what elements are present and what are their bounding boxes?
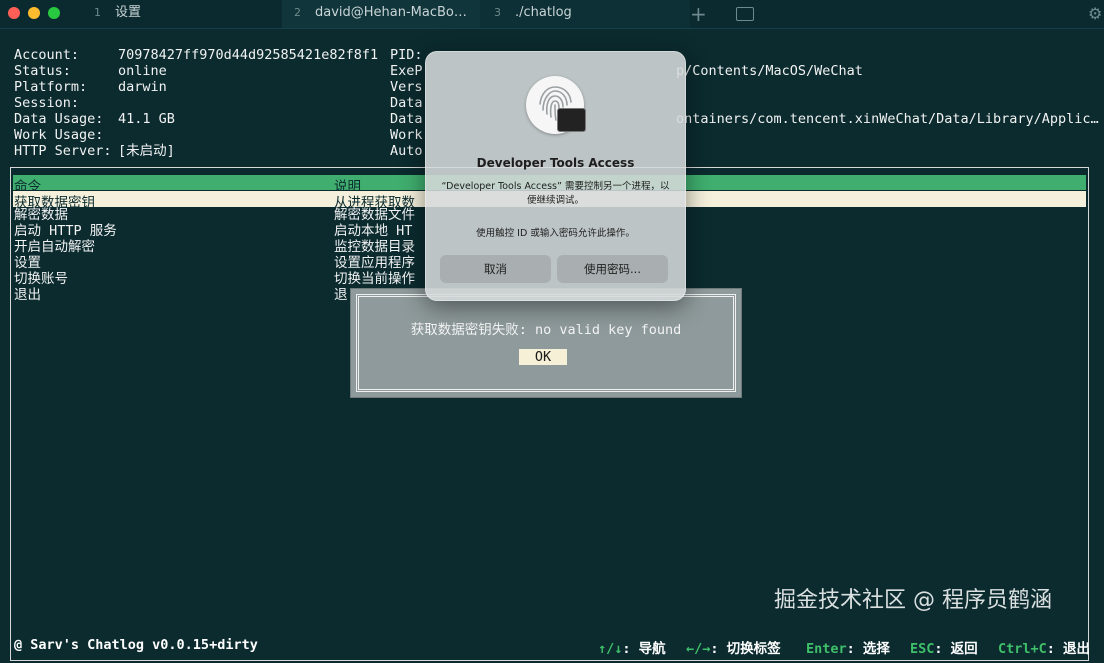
hint-label: : 退出 — [1046, 641, 1091, 657]
gear-icon[interactable]: ⚙ — [1088, 4, 1102, 23]
zoom-window-button[interactable] — [48, 7, 60, 19]
menu-item-cmd: 设置 — [14, 255, 41, 271]
hint-switch-tab: ←/→: 切换标签 — [686, 637, 781, 657]
terminal-app-icon — [557, 108, 586, 132]
auth-dialog-hint: 使用触控 ID 或输入密码允许此操作。 — [476, 228, 635, 239]
info-key: Work Usage: — [14, 127, 104, 143]
menu-item-desc: 退 — [334, 287, 348, 303]
hint-key: Enter — [806, 641, 847, 657]
info-key: Account: — [14, 47, 80, 63]
info-key: ExeP — [390, 63, 423, 79]
cancel-button[interactable]: 取消 — [440, 255, 551, 283]
info-pid: PID: — [390, 47, 423, 63]
hint-navigate: ↑/↓: 导航 — [598, 637, 666, 657]
tab-label: ./chatlog — [515, 5, 572, 20]
ok-button[interactable]: OK — [519, 349, 567, 365]
tab-shell[interactable]: 2 david@Hehan-MacBo… — [282, 0, 484, 28]
info-data-dir: Data ontainers/com.tencent.xinWeChat/Dat… — [390, 111, 1099, 127]
tab-chatlog[interactable]: 3 ./chatlog — [480, 0, 690, 28]
info-key: Session: — [14, 95, 80, 111]
auth-dialog: Developer Tools Access “Developer Tools … — [425, 51, 686, 301]
info-key: Data Usage: — [14, 111, 104, 127]
tab-label: david@Hehan-MacBo… — [315, 5, 467, 20]
tab-number: 3 — [494, 6, 501, 19]
menu-item-desc: 切换当前操作 — [334, 271, 415, 287]
auth-dialog-title: Developer Tools Access — [476, 156, 635, 170]
info-data-usage: Data Usage: 41.1 GB — [14, 111, 175, 127]
tab-settings[interactable]: 1 设置 — [70, 0, 304, 28]
info-value: 41.1 GB — [118, 111, 175, 127]
info-value: [未启动] — [118, 143, 175, 159]
menu-item-cmd: 开启自动解密 — [14, 239, 95, 255]
info-session: Session: — [14, 95, 79, 111]
info-key: Data — [390, 111, 423, 127]
info-value: ontainers/com.tencent.xinWeChat/Data/Lib… — [676, 111, 1099, 127]
info-value: p/Contents/MacOS/WeChat — [676, 63, 863, 79]
menu-item-desc: 启动本地 HT — [334, 223, 413, 239]
hint-label: : 选择 — [846, 641, 890, 657]
info-http-server: HTTP Server: [未启动] — [14, 143, 175, 159]
menu-item-desc: 监控数据目录 — [334, 239, 415, 255]
hint-label: : 切换标签 — [710, 641, 781, 657]
info-work-usage: Work Usage: — [14, 127, 103, 143]
tab-overview-icon[interactable] — [736, 7, 754, 21]
tab-label: 设置 — [115, 5, 142, 20]
hint-quit: Ctrl+C: 退出 — [998, 637, 1090, 657]
hint-label: : 导航 — [622, 641, 666, 657]
menu-item-cmd: 切换账号 — [14, 271, 68, 287]
watermark: 掘金技术社区 @ 程序员鹤涵 — [774, 588, 1052, 613]
hint-key: ↑/↓ — [598, 641, 623, 657]
info-key: Platform: — [14, 79, 88, 95]
menu-item-desc: 解密数据文件 — [334, 207, 415, 223]
hint-key: ←/→ — [686, 641, 711, 657]
info-key: Data — [390, 95, 423, 111]
status-bar: @ Sarv's Chatlog v0.0.15+dirty ↑/↓: 导航 ←… — [0, 637, 1104, 657]
info-account: Account: 70978427ff970d44d92585421e82f8f1 — [14, 47, 378, 63]
menu-item-cmd: 启动 HTTP 服务 — [14, 223, 117, 239]
hint-key: Ctrl+C — [998, 641, 1047, 657]
info-version: Vers — [390, 79, 423, 95]
error-message: 获取数据密钥失败: no valid key found — [410, 322, 682, 338]
info-value: online — [118, 63, 167, 79]
info-data-key: Data — [390, 95, 423, 111]
new-tab-button[interactable]: + — [690, 2, 707, 26]
hint-label: : 返回 — [934, 641, 978, 657]
tab-bar: 1 设置 2 david@Hehan-MacBo… 3 ./chatlog + ⚙ — [0, 0, 1104, 29]
info-key: Vers — [390, 79, 423, 95]
info-key: HTTP Server: — [14, 143, 112, 159]
info-key: Status: — [14, 63, 71, 79]
auth-dialog-message: “Developer Tools Access” 需要控制另一个进程，以便继续调… — [441, 181, 670, 206]
minimize-window-button[interactable] — [28, 7, 40, 19]
error-dialog-frame — [356, 294, 736, 392]
app-version: @ Sarv's Chatlog v0.0.15+dirty — [14, 637, 258, 653]
info-value: 70978427ff970d44d92585421e82f8f1 — [118, 47, 379, 63]
info-platform: Platform: darwin — [14, 79, 167, 95]
menu-item-cmd: 退出 — [14, 287, 41, 303]
hint-back: ESC: 返回 — [910, 637, 978, 657]
use-password-button[interactable]: 使用密码... — [557, 255, 668, 283]
tab-number: 2 — [294, 6, 301, 19]
info-work-dir: Work — [390, 127, 423, 143]
error-dialog: 获取数据密钥失败: no valid key found OK — [350, 288, 742, 398]
hint-key: ESC — [910, 641, 935, 657]
info-key: Work — [390, 127, 423, 143]
info-value: darwin — [118, 79, 167, 95]
hint-select: Enter: 选择 — [806, 637, 890, 657]
info-key: Auto — [390, 143, 423, 159]
menu-item-desc: 设置应用程序 — [334, 255, 415, 271]
close-window-button[interactable] — [8, 7, 20, 19]
info-exe-path: ExeP p/Contents/MacOS/WeChat — [390, 63, 863, 79]
info-auto-decrypt: Auto — [390, 143, 423, 159]
info-key: PID: — [390, 47, 423, 63]
info-status: Status: online — [14, 63, 167, 79]
tab-number: 1 — [94, 6, 101, 19]
menu-item-cmd: 解密数据 — [14, 207, 68, 223]
